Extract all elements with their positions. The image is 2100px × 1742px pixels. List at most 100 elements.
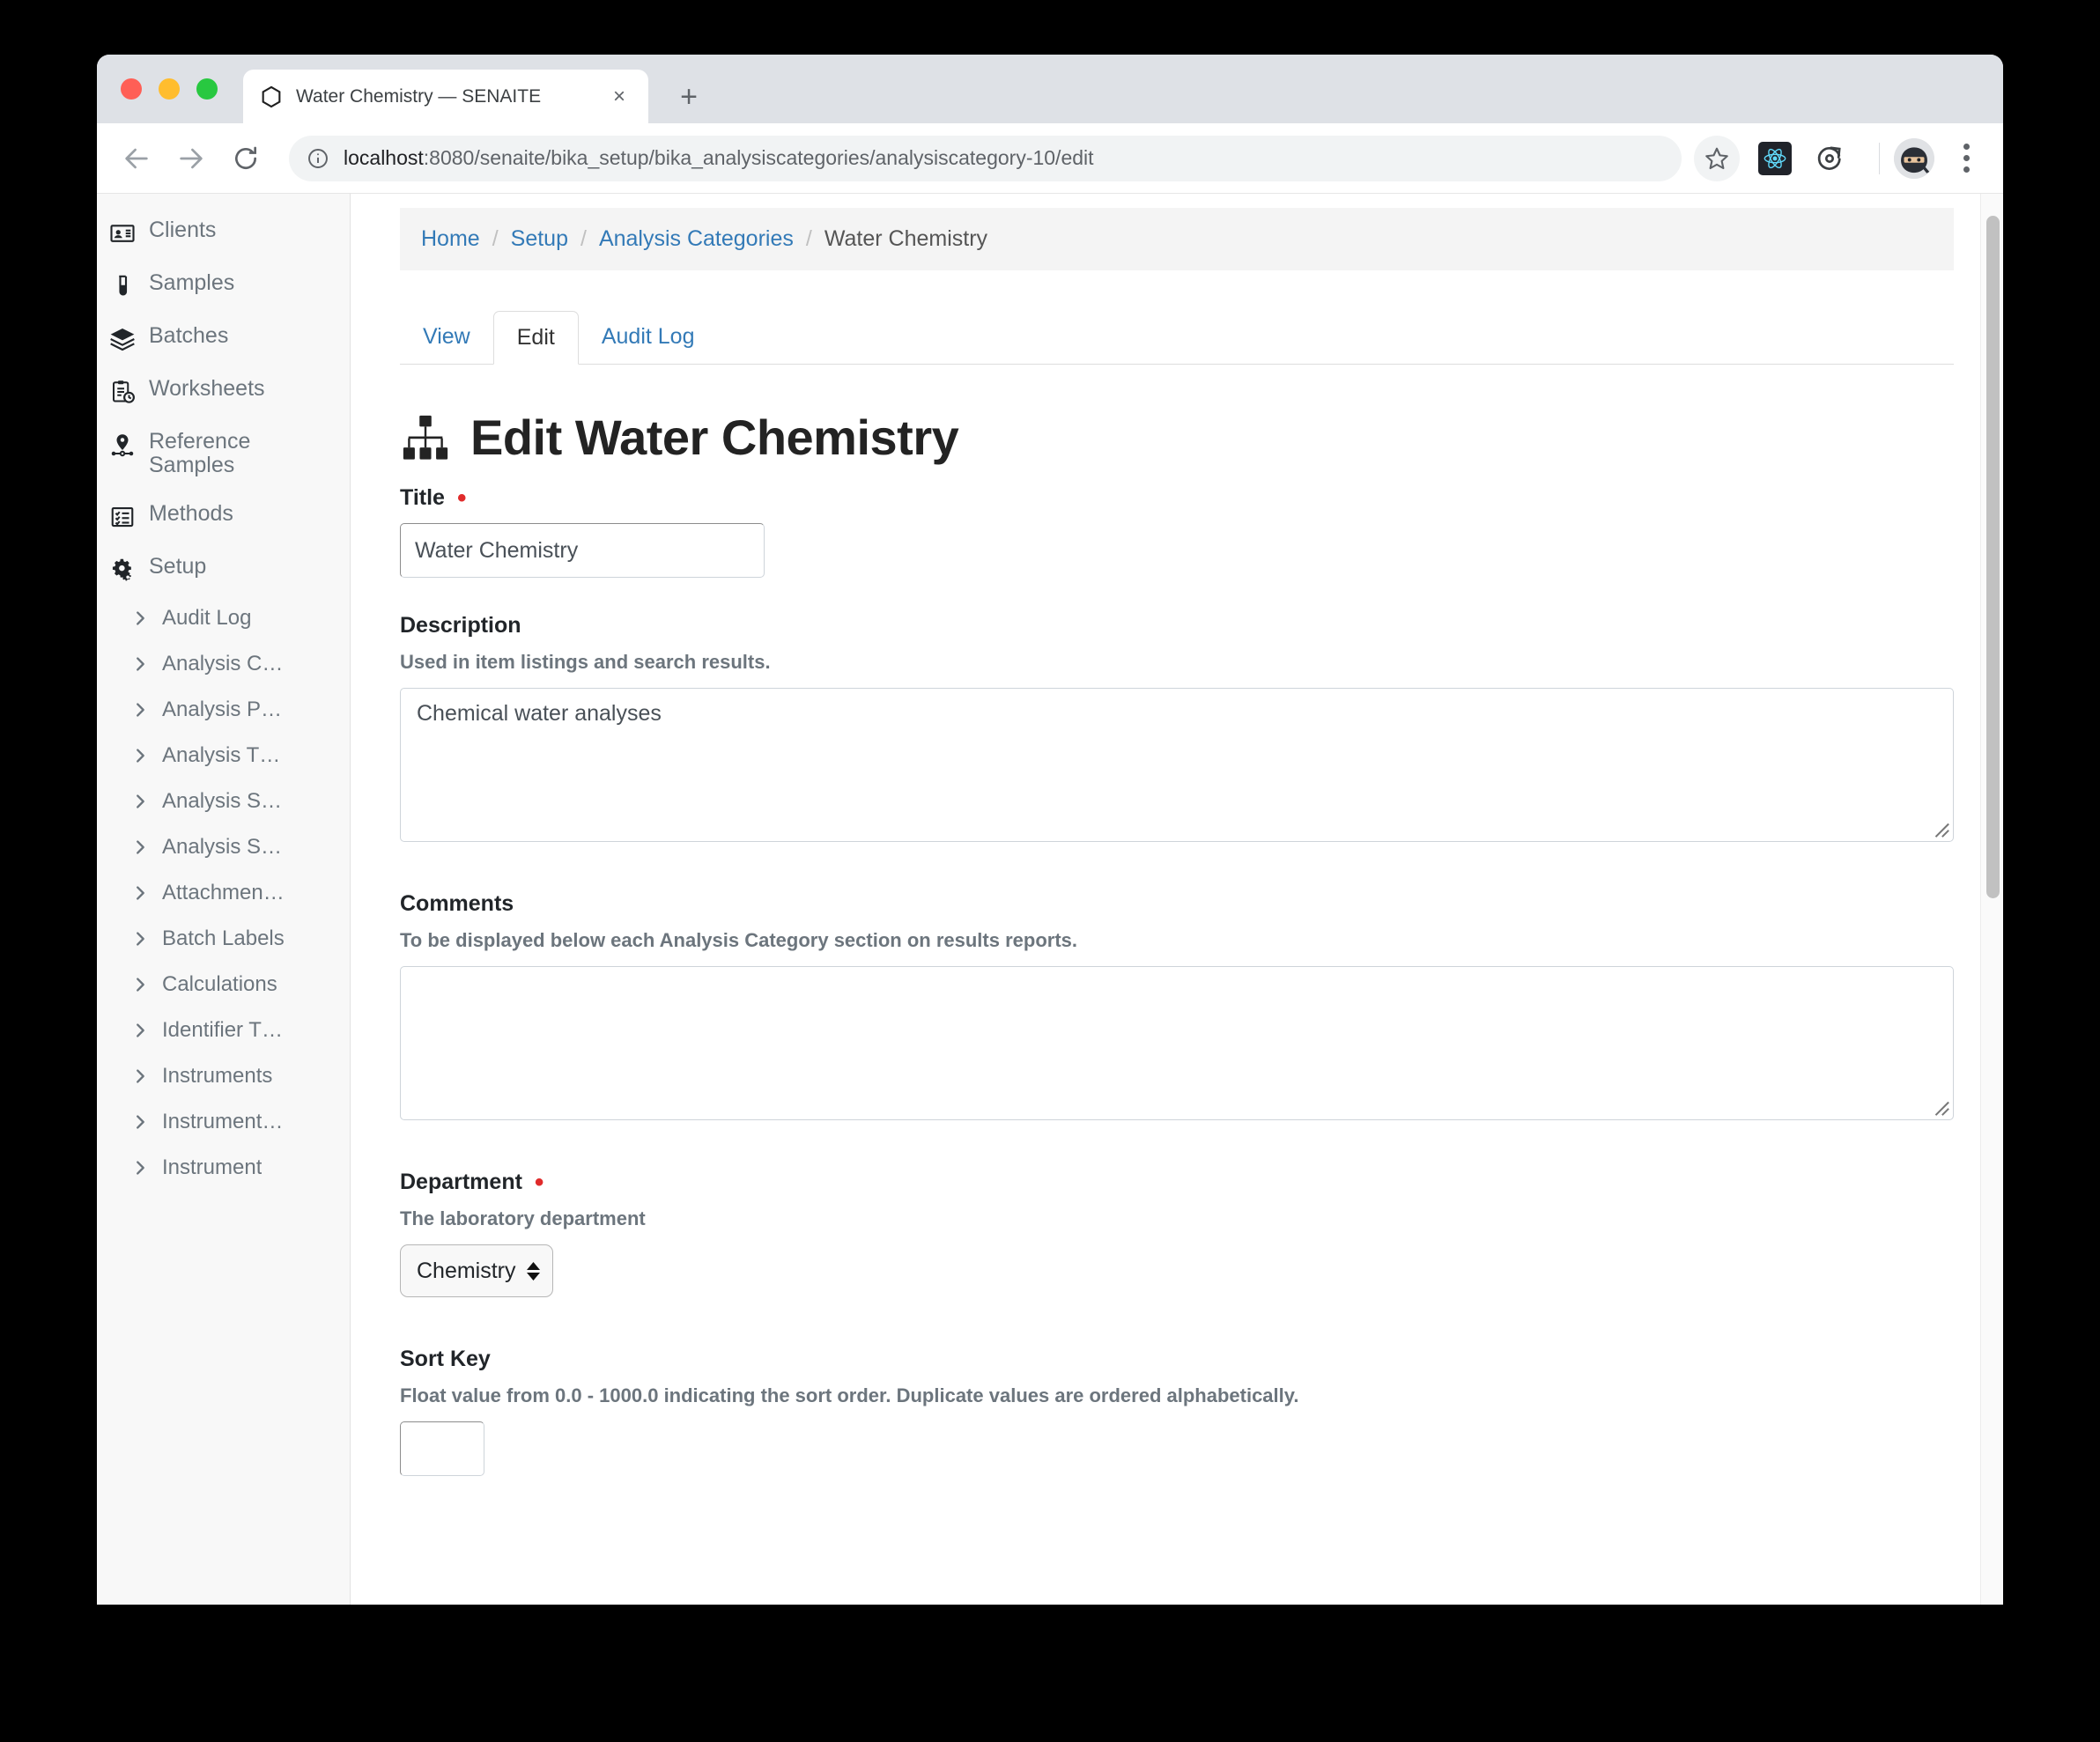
sidebar-subitem-audit-log[interactable]: Audit Log	[97, 595, 350, 641]
react-devtools-icon[interactable]	[1756, 139, 1794, 178]
breadcrumb-home[interactable]: Home	[421, 226, 480, 252]
chevron-right-icon	[129, 609, 152, 628]
sidebar-subitem-label: Analysis S…	[162, 835, 283, 859]
sidebar-subitem-analysis-templates[interactable]: Analysis T…	[97, 733, 350, 779]
tab-audit-log[interactable]: Audit Log	[579, 310, 718, 364]
tab-view[interactable]: View	[400, 310, 493, 364]
breadcrumb-setup[interactable]: Setup	[511, 226, 568, 252]
sidebar-item-batches[interactable]: Batches	[97, 312, 350, 365]
sort-key-input[interactable]	[400, 1421, 484, 1476]
sidebar-subitem-instrument-types[interactable]: Instrument…	[97, 1099, 350, 1145]
new-tab-button[interactable]: +	[671, 79, 706, 114]
sidebar-subitem-attachment-types[interactable]: Attachmen…	[97, 870, 350, 916]
chevron-right-icon	[129, 975, 152, 994]
field-description-label: Description	[400, 613, 1954, 638]
field-department-label-text: Department	[400, 1170, 522, 1194]
sidebar-item-reference-samples[interactable]: Reference Samples	[97, 417, 350, 490]
map-pin-network-icon	[107, 432, 137, 458]
field-title-label-text: Title	[400, 485, 445, 510]
maximize-window-button[interactable]	[196, 78, 218, 100]
hexagon-icon	[259, 85, 284, 109]
sidebar-subitem-analysis-specifications[interactable]: Analysis S…	[97, 824, 350, 870]
page-viewport: Clients Samples Batches Worksheets Refer…	[97, 194, 2003, 1605]
page-title: Edit Water Chemistry	[400, 409, 1954, 466]
field-comments-label-text: Comments	[400, 891, 514, 916]
sidebar-item-setup[interactable]: Setup	[97, 543, 350, 595]
window-traffic-lights	[121, 78, 218, 100]
sidebar-label: Setup	[149, 554, 207, 579]
browser-window: Water Chemistry — SENAITE × + localhost:…	[97, 55, 2003, 1605]
sidebar-label: Batches	[149, 323, 229, 348]
close-window-button[interactable]	[121, 78, 142, 100]
sidebar-subitem-calculations[interactable]: Calculations	[97, 962, 350, 1008]
sitemap-icon	[400, 412, 451, 463]
sidebar-subitem-label: Audit Log	[162, 606, 252, 630]
sidebar-subitem-instruments[interactable]: Instruments	[97, 1053, 350, 1099]
sidebar-subitem-label: Instrument	[162, 1155, 262, 1179]
sidebar-item-methods[interactable]: Methods	[97, 490, 350, 543]
breadcrumb-separator: /	[492, 226, 499, 251]
field-sort-key-label: Sort Key	[400, 1347, 1954, 1372]
department-select-value: Chemistry	[417, 1258, 516, 1283]
sidebar-subitem-label: Analysis P…	[162, 698, 283, 721]
chevron-right-icon	[129, 654, 152, 674]
sidebar-subitem-analysis-services[interactable]: Analysis S…	[97, 779, 350, 824]
address-bar[interactable]: localhost:8080/senaite/bika_setup/bika_a…	[289, 135, 1682, 181]
chevron-right-icon	[129, 838, 152, 857]
sidebar-subitem-batch-labels[interactable]: Batch Labels	[97, 916, 350, 962]
url-path: :8080/senaite/bika_setup/bika_analysisca…	[423, 146, 1094, 169]
info-circle-icon[interactable]	[307, 147, 329, 170]
sidebar-subitem-label: Instrument…	[162, 1110, 284, 1133]
sidebar-item-worksheets[interactable]: Worksheets	[97, 365, 350, 417]
chevron-right-icon	[129, 1021, 152, 1040]
reload-icon[interactable]	[226, 138, 266, 179]
field-title-label: Title •	[400, 483, 1954, 513]
circular-arrow-icon[interactable]	[1810, 139, 1849, 178]
back-arrow-icon[interactable]	[116, 138, 157, 179]
sidebar-label: Reference Samples	[149, 429, 251, 477]
ninja-avatar[interactable]	[1894, 137, 1934, 179]
department-select[interactable]: Chemistry	[400, 1244, 553, 1297]
page-scrollbar[interactable]	[1980, 194, 2003, 1605]
required-marker: •	[534, 1167, 544, 1197]
close-tab-icon[interactable]: ×	[606, 84, 632, 110]
field-department-label: Department •	[400, 1167, 1954, 1197]
page-scrollbar-thumb[interactable]	[1986, 216, 2000, 898]
sidebar-subitem-label: Batch Labels	[162, 926, 285, 950]
field-description-label-text: Description	[400, 613, 521, 638]
required-marker: •	[456, 483, 467, 513]
sidebar-subitem-label: Analysis S…	[162, 789, 283, 813]
app-sidebar: Clients Samples Batches Worksheets Refer…	[97, 194, 351, 1605]
breadcrumb-analysis-categories[interactable]: Analysis Categories	[599, 226, 794, 252]
sidebar-subitem-label: Identifier T…	[162, 1018, 283, 1042]
chevron-right-icon	[129, 929, 152, 949]
description-textarea[interactable]	[400, 688, 1954, 842]
star-icon[interactable]	[1694, 135, 1740, 181]
cogs-icon	[107, 557, 137, 583]
minimize-window-button[interactable]	[159, 78, 180, 100]
tab-edit[interactable]: Edit	[492, 311, 579, 365]
browser-tab[interactable]: Water Chemistry — SENAITE ×	[243, 70, 648, 123]
sidebar-subitem-analysis-categories[interactable]: Analysis C…	[97, 641, 350, 687]
sidebar-subitem-identifier-types[interactable]: Identifier T…	[97, 1008, 350, 1053]
sidebar-subitem-instrument-partial[interactable]: Instrument	[97, 1145, 350, 1191]
field-department-help: The laboratory department	[400, 1207, 646, 1229]
sidebar-item-clients[interactable]: Clients	[97, 206, 350, 259]
three-dot-menu-icon[interactable]	[1948, 138, 1984, 179]
comments-textarea[interactable]	[400, 966, 1954, 1120]
chevron-updown-icon	[526, 1261, 540, 1281]
id-card-icon	[107, 220, 137, 247]
chevron-right-icon	[129, 1067, 152, 1086]
chevron-right-icon	[129, 1158, 152, 1177]
field-sort-key-help: Float value from 0.0 - 1000.0 indicating…	[400, 1384, 1299, 1406]
forward-arrow-icon[interactable]	[171, 138, 211, 179]
title-input[interactable]	[400, 523, 765, 578]
sidebar-label: Clients	[149, 218, 217, 242]
field-department: Department • The laboratory department C…	[400, 1167, 1954, 1297]
address-bar-url: localhost:8080/senaite/bika_setup/bika_a…	[344, 146, 1094, 170]
chevron-right-icon	[129, 792, 152, 811]
field-comments: Comments To be displayed below each Anal…	[400, 891, 1954, 1120]
sidebar-item-samples[interactable]: Samples	[97, 259, 350, 312]
sidebar-subitem-analysis-profiles[interactable]: Analysis P…	[97, 687, 350, 733]
sidebar-subitem-label: Analysis C…	[162, 652, 284, 675]
